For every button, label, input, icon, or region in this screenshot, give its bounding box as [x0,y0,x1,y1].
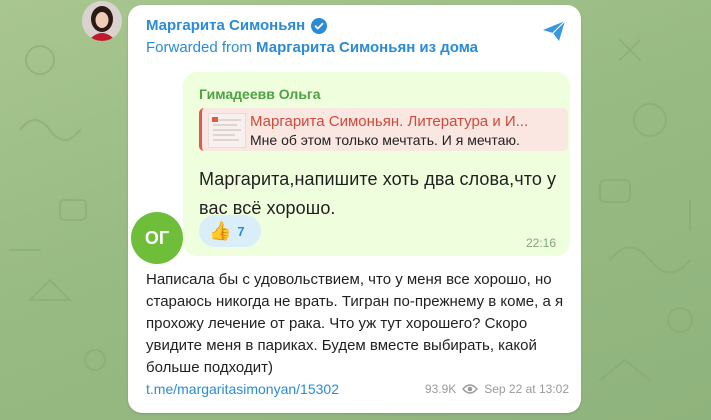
document-thumbnail-icon [212,117,241,141]
quote-thumbnail [208,113,246,148]
reply-author-avatar[interactable]: ОГ [131,212,183,264]
reaction-count: 7 [237,223,245,239]
post-footer: t.me/margaritasimonyan/15302 93.9K Sep 2… [146,379,569,399]
reaction-like[interactable]: 👍 7 [199,215,261,247]
channel-post: Маргарита Симоньян Forwarded from Маргар… [128,5,581,413]
channel-name[interactable]: Маргарита Симоньян [146,17,328,34]
reply-author[interactable]: Гимадеевв Ольга [199,86,321,102]
channel-avatar[interactable] [82,1,122,41]
view-count: 93.9K [424,382,457,396]
forwarded-message-bubble[interactable]: Гимадеевв Ольга Маргарита Симоньян. Лите… [183,72,570,256]
quoted-message[interactable]: Маргарита Симоньян. Литература и И... Мн… [199,108,568,151]
quote-title: Маргарита Симоньян. Литература и И... [250,113,529,130]
forwarded-from[interactable]: Forwarded from Маргарита Симоньян из дом… [146,39,521,56]
share-icon[interactable] [541,19,567,43]
avatar-photo-icon [82,1,122,41]
post-meta: 93.9K Sep 22 at 13:02 [425,382,569,396]
verified-badge-icon [311,17,328,34]
post-date: Sep 22 at 13:02 [484,382,569,396]
quote-text: Мне об этом только мечтать. И я мечтаю. [250,132,520,148]
post-body-text: Написала бы с удовольствием, что у меня … [146,271,564,376]
channel-name-text[interactable]: Маргарита Симоньян [146,17,305,34]
post-header: Маргарита Симоньян Forwarded from Маргар… [146,17,521,56]
post-link[interactable]: t.me/margaritasimonyan/15302 [146,381,339,397]
reply-timestamp: 22:16 [525,236,556,250]
thumbs-up-icon: 👍 [209,221,232,241]
forwarded-prefix: Forwarded from [146,39,252,56]
eye-icon [462,384,479,394]
avatar-initials: ОГ [144,227,170,248]
reply-message-text: Маргарита,напишите хоть два слова,что у … [199,169,557,218]
forwarded-source[interactable]: Маргарита Симоньян из дома [256,39,478,56]
